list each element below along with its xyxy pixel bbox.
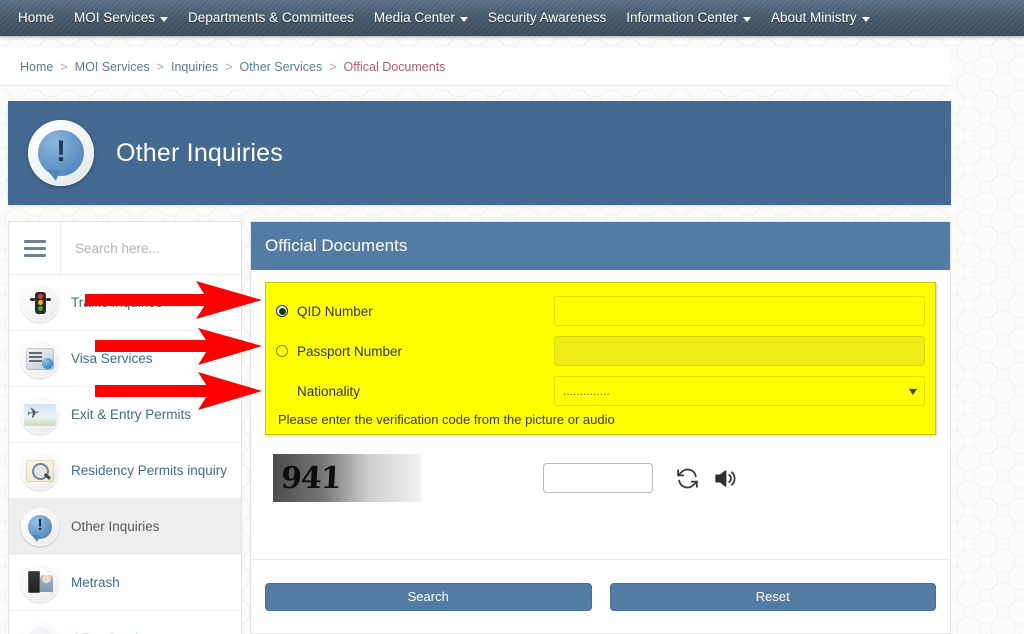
sidebar-item-other-inquiries[interactable]: ! Other Inquiries (9, 499, 241, 555)
nav-item-information-center[interactable]: Information Center (616, 0, 761, 36)
sidebar-item-label: Other Inquiries (71, 519, 160, 534)
nav-item-moi-services[interactable]: MOI Services (64, 0, 178, 36)
nav-item-label: Information Center (626, 0, 738, 36)
sidebar-item-traffic-inquiries[interactable]: Traffic Inquiries (9, 275, 241, 331)
sidebar-item-exit-entry-permits[interactable]: Exit & Entry Permits (9, 387, 241, 443)
search-input[interactable] (61, 241, 242, 256)
sidebar-item-label: Metrash (71, 575, 120, 590)
nav-item-label: About Ministry (771, 0, 857, 36)
exclamation-bubble-icon: ! (21, 508, 59, 546)
page-title: Other Inquiries (116, 139, 283, 168)
nav-item-home[interactable]: Home (8, 0, 64, 36)
nav-item-label: MOI Services (74, 0, 155, 36)
chevron-down-icon (862, 17, 870, 22)
qid-radio[interactable] (276, 305, 288, 317)
airplane-icon (21, 396, 59, 434)
nationality-label: Nationality (276, 384, 554, 399)
captcha-input[interactable] (543, 463, 653, 493)
passport-radio-label: Passport Number (297, 344, 402, 359)
nav-item-label: Home (18, 0, 54, 36)
sidebar-item-residency-permits-inquiry[interactable]: Residency Permits inquiry (9, 443, 241, 499)
breadcrumb-item-other-services[interactable]: Other Services (240, 60, 323, 74)
sidebar-item-label: Exit & Entry Permits (71, 407, 191, 422)
nav-item-security-awareness[interactable]: Security Awareness (478, 0, 616, 36)
passport-radio-option[interactable]: Passport Number (276, 344, 554, 359)
captcha-image: 941 (273, 454, 421, 502)
generic-icon (21, 620, 59, 634)
captcha-row: 941 (265, 454, 936, 502)
sidebar-item-metrash[interactable]: Metrash (9, 555, 241, 611)
passport-radio[interactable] (276, 345, 288, 357)
magnifier-card-icon (21, 452, 59, 490)
nav-item-media-center[interactable]: Media Center (364, 0, 478, 36)
refresh-icon[interactable] (675, 466, 700, 491)
sidebar: Traffic Inquiries Visa Services Exit & E… (8, 221, 242, 634)
top-navigation-bar: Home MOI Services Departments & Committe… (0, 0, 1024, 36)
sidebar-item-label: Visa Services (71, 351, 153, 366)
nav-item-departments-committees[interactable]: Departments & Committees (178, 0, 364, 36)
passport-number-input[interactable] (554, 336, 925, 366)
sidebar-item-label: Traffic Inquiries (71, 295, 163, 310)
qid-number-row: QID Number (276, 291, 925, 331)
qid-number-input[interactable] (554, 296, 925, 326)
qid-radio-option[interactable]: QID Number (276, 304, 554, 319)
breadcrumb-item-moi-services[interactable]: MOI Services (75, 60, 150, 74)
nationality-row: Nationality .............. ▾ (276, 373, 925, 409)
mobile-person-icon (21, 564, 59, 602)
nav-item-label: Departments & Committees (188, 0, 354, 36)
breadcrumb-item-home[interactable]: Home (20, 60, 53, 74)
qid-radio-label: QID Number (297, 304, 373, 319)
captcha-code: 941 (280, 461, 341, 496)
breadcrumb-separator: > (60, 60, 67, 74)
chevron-down-icon (460, 17, 468, 22)
speaker-icon[interactable] (712, 466, 737, 491)
hamburger-icon[interactable] (9, 222, 61, 274)
passport-number-row: Passport Number (276, 331, 925, 371)
visa-globe-icon (21, 340, 59, 378)
chevron-down-icon (743, 17, 751, 22)
page-banner: ! Other Inquiries (8, 101, 951, 205)
chevron-down-icon (160, 17, 168, 22)
reset-button[interactable]: Reset (610, 583, 937, 611)
search-button[interactable]: Search (265, 583, 592, 611)
breadcrumb-item-inquiries[interactable]: Inquiries (171, 60, 218, 74)
nav-item-label: Media Center (374, 0, 455, 36)
panel-footer: Search Reset (251, 559, 950, 633)
sidebar-item-qp-services[interactable]: QP...t Services (9, 611, 241, 634)
highlighted-form-block: QID Number Passport Number Nationality .… (265, 282, 936, 435)
nationality-select[interactable]: .............. ▾ (554, 376, 925, 406)
captcha-hint-text: Please enter the verification code from … (276, 412, 925, 427)
panel-title: Official Documents (265, 236, 407, 256)
breadcrumb-item-offical-documents: Offical Documents (344, 60, 446, 74)
breadcrumb-separator: > (329, 60, 336, 74)
chevron-down-icon: ▾ (909, 384, 917, 398)
official-documents-panel: Official Documents QID Number Passport N… (250, 221, 951, 634)
breadcrumb: Home > MOI Services > Inquiries > Other … (0, 48, 951, 86)
nationality-selected-option: .............. (563, 384, 610, 398)
nav-item-label: Security Awareness (488, 0, 606, 36)
breadcrumb-separator: > (157, 60, 164, 74)
sidebar-item-visa-services[interactable]: Visa Services (9, 331, 241, 387)
panel-body: QID Number Passport Number Nationality .… (251, 270, 950, 559)
sidebar-item-label: Residency Permits inquiry (71, 463, 227, 478)
nav-item-about-ministry[interactable]: About Ministry (761, 0, 880, 36)
panel-header: Official Documents (251, 222, 950, 270)
breadcrumb-separator: > (225, 60, 232, 74)
sidebar-search-row (9, 222, 241, 275)
exclamation-bubble-icon: ! (28, 120, 94, 186)
traffic-light-icon (21, 284, 59, 322)
